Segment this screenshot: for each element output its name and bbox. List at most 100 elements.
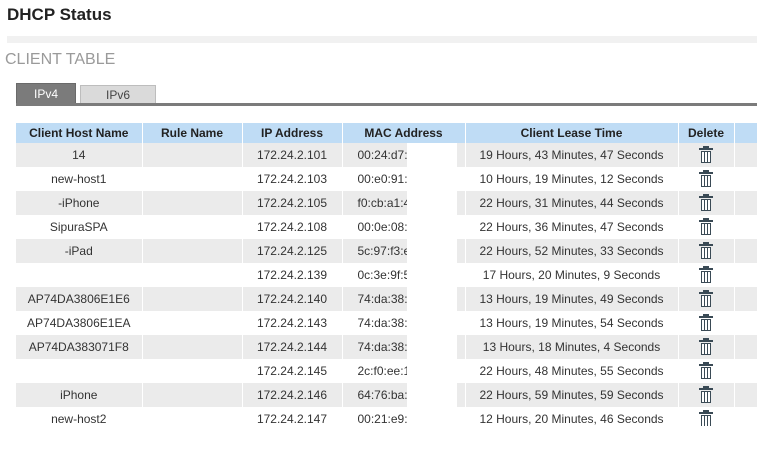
redacted-mac-address <box>406 311 457 335</box>
ip-address-cell: 172.24.2.144 <box>242 335 343 359</box>
spacer-cell <box>734 239 757 263</box>
ip-address-cell: 172.24.2.101 <box>242 143 343 167</box>
header-ip-address: IP Address <box>242 123 343 143</box>
header-rule-name: Rule Name <box>142 123 243 143</box>
table-row: iPhone 172.24.2.146 64:76:ba:0 22 Hours, 59… <box>16 383 757 407</box>
client-host-name-cell <box>16 359 143 383</box>
ip-address-cell: 172.24.2.125 <box>242 239 343 263</box>
rule-name-cell <box>142 143 243 167</box>
mac-address-cell: f0:cb:a1:4 <box>342 191 466 215</box>
client-host-name-cell: 14 <box>16 143 143 167</box>
table-row: -iPhone 172.24.2.105 f0:cb:a1:4 22 Hours, 3… <box>16 191 757 215</box>
delete-cell <box>678 167 735 191</box>
trash-icon[interactable] <box>699 290 713 307</box>
mac-address-text: 00:0e:08: <box>357 220 408 234</box>
trash-icon[interactable] <box>699 266 713 283</box>
rule-name-cell <box>142 287 243 311</box>
mac-address-text: f0:cb:a1:4 <box>357 196 411 210</box>
delete-cell <box>678 239 735 263</box>
delete-cell <box>678 287 735 311</box>
client-lease-time-cell: 13 Hours, 19 Minutes, 54 Seconds <box>465 311 679 335</box>
mac-address-cell: 0c:3e:9f:5 <box>342 263 466 287</box>
table-row: SipuraSPA 172.24.2.108 00:0e:08: 22 Hours, … <box>16 215 757 239</box>
mac-address-cell: 2c:f0:ee:1 <box>342 359 466 383</box>
client-host-name-cell: iPhone <box>16 383 143 407</box>
trash-icon[interactable] <box>699 146 713 163</box>
page-title: DHCP Status <box>7 5 112 24</box>
spacer-cell <box>734 383 757 407</box>
mac-address-cell: 64:76:ba:0 <box>342 383 466 407</box>
mac-address-cell: 00:e0:91:e <box>342 167 466 191</box>
ip-address-cell: 172.24.2.143 <box>242 311 343 335</box>
client-host-name-cell: -iPad <box>16 239 143 263</box>
mac-address-cell: 00:21:e9: <box>342 407 466 426</box>
trash-icon[interactable] <box>699 218 713 235</box>
mac-address-text: 74:da:38: <box>357 340 408 354</box>
tab-underline <box>16 103 757 106</box>
ip-address-cell: 172.24.2.108 <box>242 215 343 239</box>
tab-ipv6[interactable]: IPv6 <box>80 85 156 104</box>
delete-cell <box>678 191 735 215</box>
mac-address-cell: 74:da:38:0 <box>342 287 466 311</box>
mac-address-cell: 74:da:38: <box>342 335 466 359</box>
spacer-cell <box>734 215 757 239</box>
mac-address-text: 5c:97:f3:e <box>357 244 411 258</box>
tab-ipv4[interactable]: IPv4 <box>16 83 76 104</box>
mac-address-cell: 5c:97:f3:e <box>342 239 466 263</box>
redacted-host-name <box>34 268 123 283</box>
rule-name-cell <box>142 407 243 426</box>
trash-icon[interactable] <box>699 242 713 259</box>
mac-address-text: 0c:3e:9f:5 <box>357 268 411 282</box>
trash-icon[interactable] <box>699 314 713 331</box>
header-spacer <box>734 123 757 143</box>
client-host-name-cell: new-host1 <box>16 167 143 191</box>
client-host-name-cell: SipuraSPA <box>16 215 143 239</box>
mac-address-text: 00:24:d7: <box>357 148 408 162</box>
trash-icon[interactable] <box>699 410 713 426</box>
table-row: new-host2 172.24.2.147 00:21:e9: 12 Hours, … <box>16 407 757 426</box>
rule-name-cell <box>142 383 243 407</box>
table-row: AP74DA383071F8 172.24.2.144 74:da:38: 13 Ho… <box>16 335 757 359</box>
client-host-name-cell: -iPhone <box>16 191 143 215</box>
spacer-cell <box>734 167 757 191</box>
redacted-mac-address <box>406 215 457 239</box>
redacted-mac-address <box>406 239 457 263</box>
table-row: AP74DA3806E1EA 172.24.2.143 74:da:38:0 13 H… <box>16 311 757 335</box>
rule-name-cell <box>142 167 243 191</box>
trash-icon[interactable] <box>699 338 713 355</box>
trash-icon[interactable] <box>699 362 713 379</box>
client-lease-time-cell: 17 Hours, 20 Minutes, 9 Seconds <box>465 263 679 287</box>
spacer-cell <box>734 311 757 335</box>
rule-name-cell <box>142 335 243 359</box>
delete-cell <box>678 359 735 383</box>
table-row: AP74DA3806E1E6 172.24.2.140 74:da:38:0 13 H… <box>16 287 757 311</box>
section-title: CLIENT TABLE <box>5 51 116 68</box>
redacted-mac-address <box>406 359 457 383</box>
spacer-cell <box>734 335 757 359</box>
rule-name-cell <box>142 263 243 287</box>
ip-address-cell: 172.24.2.145 <box>242 359 343 383</box>
ip-address-cell: 172.24.2.139 <box>242 263 343 287</box>
rule-name-cell <box>142 311 243 335</box>
redacted-mac-address <box>406 383 457 407</box>
spacer-cell <box>734 191 757 215</box>
client-lease-time-cell: 22 Hours, 52 Minutes, 33 Seconds <box>465 239 679 263</box>
header-delete: Delete <box>678 123 735 143</box>
table-row: 172.24.2.145 2c:f0:ee:1 22 Hours, 48 Minut… <box>16 359 757 383</box>
spacer-cell <box>734 287 757 311</box>
client-lease-time-cell: 10 Hours, 19 Minutes, 12 Seconds <box>465 167 679 191</box>
table-row: new-host1 172.24.2.103 00:e0:91:e 10 Hours,… <box>16 167 757 191</box>
trash-icon[interactable] <box>699 386 713 403</box>
client-host-name-cell: AP74DA3806E1EA <box>16 311 143 335</box>
mac-address-cell: 00:24:d7: <box>342 143 466 167</box>
trash-icon[interactable] <box>699 194 713 211</box>
trash-icon[interactable] <box>699 170 713 187</box>
redacted-mac-address <box>406 263 457 287</box>
delete-cell <box>678 383 735 407</box>
rule-name-cell <box>142 215 243 239</box>
redacted-mac-address <box>406 191 457 215</box>
client-host-name-cell: AP74DA383071F8 <box>16 335 143 359</box>
table-row: 172.24.2.139 0c:3e:9f:5 17 Hours, 20 Minut… <box>16 263 757 287</box>
delete-cell <box>678 311 735 335</box>
delete-cell <box>678 143 735 167</box>
